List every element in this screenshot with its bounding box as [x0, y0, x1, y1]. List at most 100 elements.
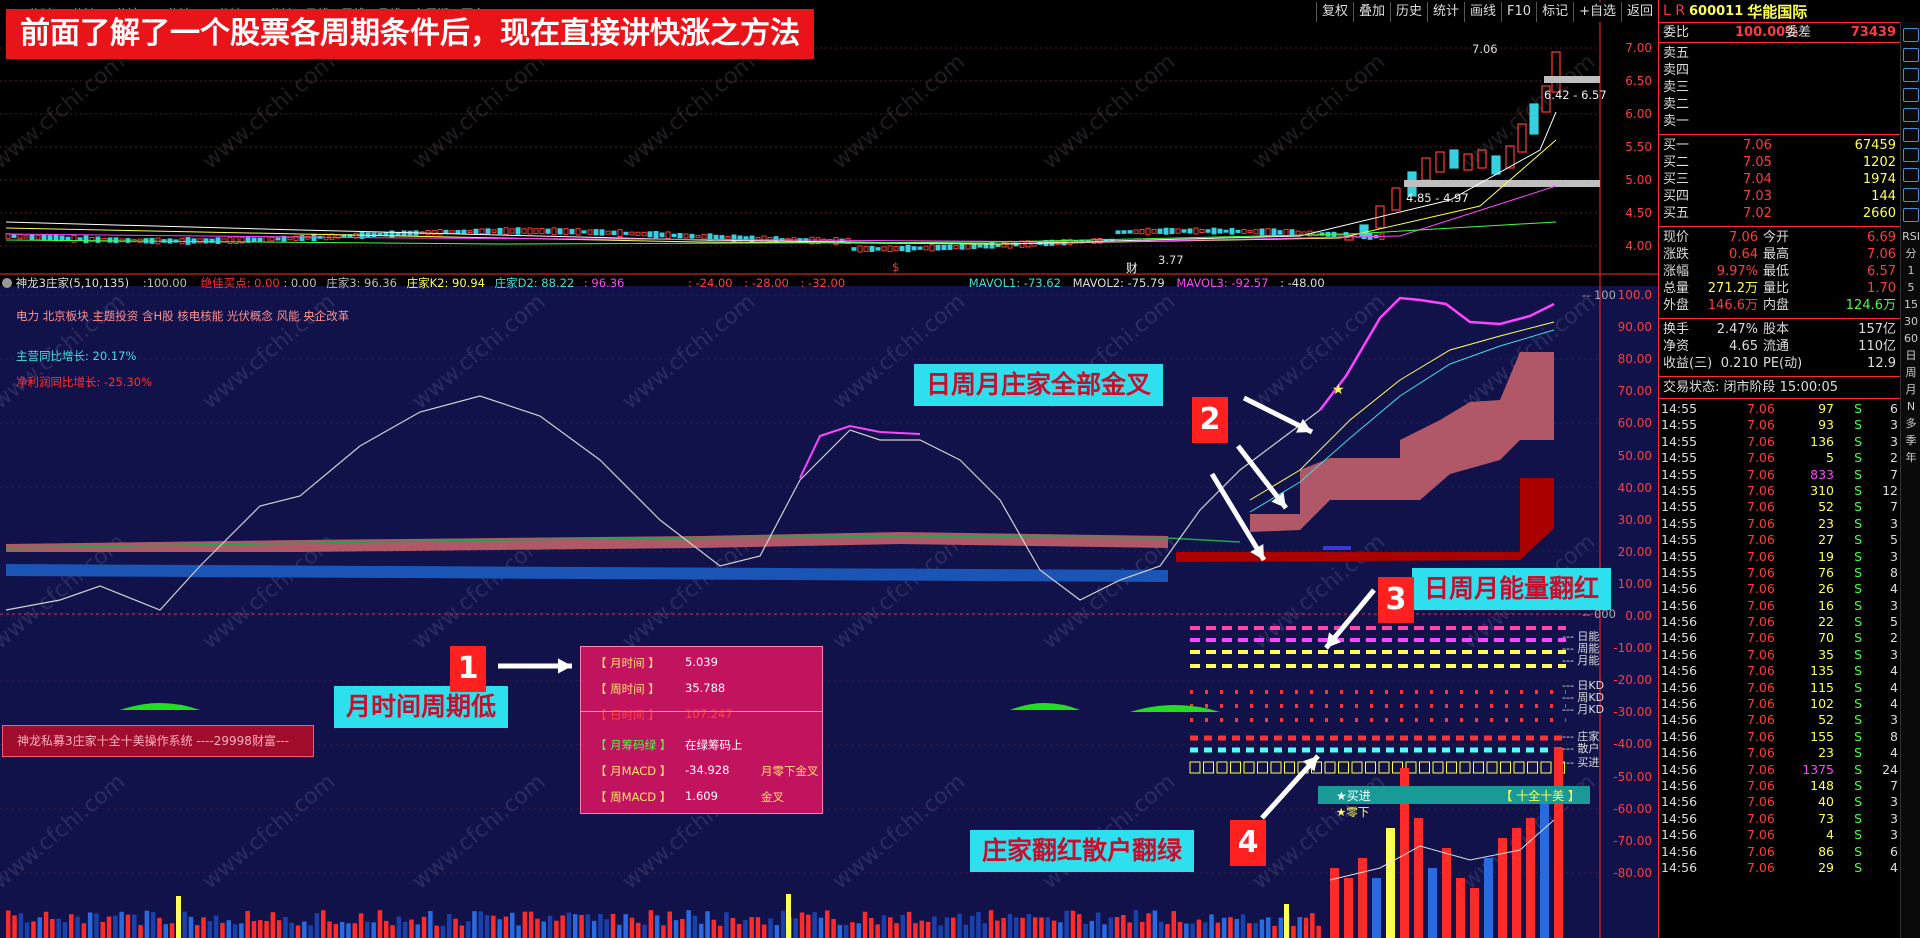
side-period-label[interactable]: 15	[1901, 296, 1920, 313]
volume-bar	[541, 921, 546, 938]
side-period-label[interactable]: 1	[1901, 262, 1920, 279]
trade-volume: 23	[1818, 745, 1834, 761]
volume-bar	[642, 924, 647, 938]
net-growth: 净利润同比增长: -25.30%	[16, 375, 153, 389]
trade-count: 3	[1890, 548, 1898, 564]
trade-price: 7.06	[1747, 450, 1775, 466]
side-tool-icon[interactable]	[1903, 68, 1919, 82]
popup-divider	[581, 711, 822, 712]
volume-bar	[220, 922, 225, 938]
trade-time: 14:55	[1661, 515, 1698, 531]
sell-order-row[interactable]: 卖二	[1659, 96, 1920, 113]
sell-order-row[interactable]: 卖三	[1659, 79, 1920, 96]
side-period-label[interactable]: 季	[1901, 432, 1920, 449]
buy-order-row[interactable]: 买五 7.02 2660	[1659, 205, 1920, 222]
volume-bar	[1070, 910, 1076, 938]
trade-count: 8	[1890, 564, 1898, 580]
indicator-mavol3: MAVOL3: -92.57	[1176, 276, 1269, 290]
lr-indicator[interactable]: L R	[1663, 3, 1685, 19]
indicator-name[interactable]: 神龙3庄家(5,10,135)	[16, 276, 130, 290]
volume-bar	[717, 925, 723, 938]
volume-bar	[856, 923, 861, 938]
trade-time: 14:56	[1661, 696, 1698, 712]
trade-count: 3	[1890, 646, 1898, 662]
buy-order-row[interactable]: 买一 7.06 67459	[1659, 137, 1920, 154]
volume-bar	[881, 915, 887, 938]
side-tool-icon[interactable]	[1903, 48, 1919, 62]
volume-bar	[1484, 858, 1493, 938]
sell-order-row[interactable]: 卖五	[1659, 45, 1920, 62]
side-period-label[interactable]: 分	[1901, 245, 1920, 262]
side-period-label[interactable]: 5	[1901, 279, 1920, 296]
price-candle	[659, 232, 665, 238]
volume-bar	[1266, 917, 1271, 938]
side-tool-icon[interactable]	[1903, 188, 1919, 202]
stat-label: 现价	[1663, 230, 1690, 245]
tick-trade-row: 14:56 7.06 115 S 4	[1659, 680, 1920, 696]
toolbar-button[interactable]: 标记	[1536, 2, 1573, 22]
sell-order-row[interactable]: 卖四	[1659, 62, 1920, 79]
volume-bar	[276, 920, 282, 938]
toolbar-button[interactable]: 返回	[1620, 2, 1658, 22]
stat-value: 2.47%	[1716, 322, 1758, 337]
side-tool-icon[interactable]	[1903, 88, 1919, 102]
stat-label: 内盘	[1763, 298, 1790, 313]
stat-value: 1.70	[1867, 281, 1896, 296]
buy-volume: 2660	[1862, 206, 1896, 221]
toolbar-button[interactable]: 复权	[1315, 2, 1353, 22]
side-period-label[interactable]: 周	[1901, 364, 1920, 381]
trade-volume: 135	[1810, 663, 1834, 679]
side-period-label[interactable]: 月	[1901, 381, 1920, 398]
toolbar-button[interactable]: F10	[1501, 2, 1536, 22]
volume-bar	[1470, 888, 1479, 938]
side-tool-icon[interactable]	[1903, 168, 1919, 182]
buy-order-row[interactable]: 买三 7.04 1974	[1659, 171, 1920, 188]
volume-bar	[1253, 923, 1258, 938]
volume-bar	[944, 917, 950, 938]
indicator-toggle-icon[interactable]	[2, 278, 12, 288]
volume-bar	[528, 911, 534, 938]
side-period-label[interactable]: RSI	[1901, 228, 1920, 245]
side-period-label[interactable]: 30	[1901, 313, 1920, 330]
stock-header: L R 600011 华能国际	[1659, 0, 1920, 22]
price-candle	[455, 230, 461, 234]
side-tool-icon[interactable]	[1903, 128, 1919, 142]
side-tool-icon[interactable]	[1903, 208, 1919, 222]
indicator-axis-tick: 80.00	[1617, 352, 1652, 367]
trade-volume: 35	[1818, 646, 1834, 662]
weicha-label: 委差	[1785, 25, 1812, 40]
chart-area[interactable]: www.cfchi.com www.cfchi.com www.cfchi.com w…	[0, 0, 1658, 938]
side-tool-icon[interactable]	[1903, 28, 1919, 42]
buy-bar: ★买进 【 十全十美 】	[1318, 786, 1590, 804]
toolbar-button[interactable]: +自选	[1573, 2, 1621, 22]
side-period-label[interactable]: 年	[1901, 449, 1920, 466]
side-tool-icon[interactable]	[1903, 108, 1919, 122]
side-toolbar: RSI 分 1 5 15 30 60 日周月 N 多季年	[1900, 22, 1920, 938]
dividend-marker: $	[892, 260, 900, 274]
side-period-label[interactable]: 60	[1901, 330, 1920, 347]
volume-bar	[579, 914, 584, 938]
buy-order-row[interactable]: 买四 7.03 144	[1659, 188, 1920, 205]
trade-side: S	[1854, 630, 1862, 646]
side-period-label[interactable]: N	[1901, 398, 1920, 415]
volume-bar	[138, 925, 143, 938]
buy-order-row[interactable]: 买二 7.05 1202	[1659, 154, 1920, 171]
side-tool-icon[interactable]	[1903, 148, 1919, 162]
tick-trade-list[interactable]: 14:55 7.06 97 S 6 14:55 7.06 93 S 3 14:55 7.06 136 S 3…	[1659, 398, 1920, 876]
volume-bar	[516, 925, 521, 938]
annotation-month-low: 月时间周期低	[334, 686, 509, 728]
tick-trade-row: 14:55 7.06 52 S 7	[1659, 499, 1920, 515]
toolbar-button[interactable]: 叠加	[1352, 2, 1390, 22]
toolbar-button[interactable]: 历史	[1389, 2, 1427, 22]
price-candle	[1127, 230, 1133, 234]
trade-time: 14:56	[1661, 614, 1698, 630]
trade-time: 14:55	[1661, 548, 1698, 564]
price-candle	[107, 237, 113, 243]
toolbar-button[interactable]: 画线	[1464, 2, 1501, 22]
sell-order-row[interactable]: 卖一	[1659, 113, 1920, 130]
volume-bar	[69, 914, 74, 938]
side-period-label[interactable]: 日	[1901, 347, 1920, 364]
stat-label: 最低	[1763, 264, 1790, 279]
toolbar-button[interactable]: 统计	[1427, 2, 1464, 22]
side-period-label[interactable]: 多	[1901, 415, 1920, 432]
